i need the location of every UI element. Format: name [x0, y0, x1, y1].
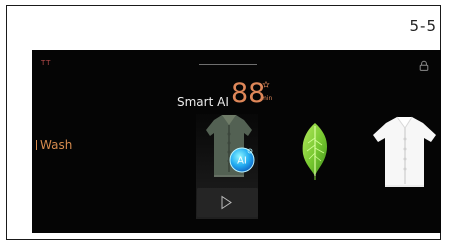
time-value: 88: [231, 78, 266, 109]
shirt-icon: [373, 116, 436, 187]
star-icon: [262, 81, 270, 88]
leaf-icon: [302, 123, 328, 180]
top-handle: [199, 64, 257, 65]
ai-badge-label: AI: [237, 156, 247, 167]
play-button[interactable]: [197, 188, 258, 217]
play-icon: [221, 195, 232, 210]
page-number: 5-5: [409, 17, 437, 35]
time-unit: min: [261, 95, 273, 102]
ai-badge: AI: [229, 147, 255, 173]
lock-icon[interactable]: [418, 60, 430, 72]
program-label: Wash: [36, 138, 72, 152]
smart-label: Smart AI: [177, 95, 229, 109]
washer-display-screen: TT Wash Smart AI 88 min AI: [32, 50, 441, 233]
top-left-indicator: TT: [41, 59, 52, 67]
